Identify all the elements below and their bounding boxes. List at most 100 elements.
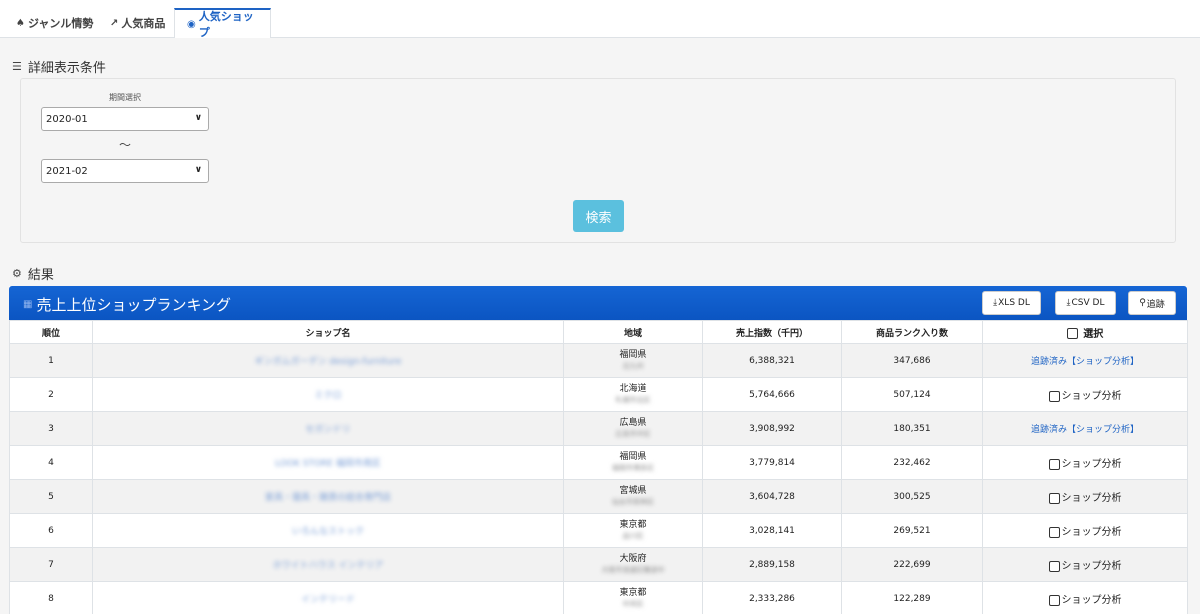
city: 大阪市浪速区難波中 <box>601 566 665 574</box>
col-rank: 順位 <box>9 320 93 344</box>
shop-name-link[interactable]: 家具・寝具・雑貨の総合専門店 <box>265 490 391 503</box>
ranked-items-cell: 180,351 <box>841 411 983 446</box>
tab-popular-products[interactable]: ↗ 人気商品 <box>98 8 177 38</box>
ranked-items-cell: 300,525 <box>841 479 983 514</box>
shop-analysis-label: ショップ分析 <box>1061 561 1122 572</box>
start-period-select[interactable]: 2020-01 ∨ <box>41 107 209 131</box>
table-icon: ▦ <box>23 299 33 310</box>
prefecture: 福岡県 <box>619 452 647 462</box>
tab-content: ☰ 詳細表示条件 期間選択 2020-01 ∨ ～ 2021-02 ∨ 検索 ⚙ 結… <box>0 38 1200 614</box>
shop-name-cell: LOOK STORE 福岡市南区 <box>92 445 564 480</box>
region-cell: 宮城県 仙台市若林区 <box>563 479 703 514</box>
city: 品川区 <box>622 532 644 540</box>
table-row: 8 インテリード 東京都 中央区 2,333,286 122,289 ショップ分析 <box>9 581 1188 614</box>
select-cell: 追跡済み【ショップ分析】 <box>982 343 1188 378</box>
table-row: 7 ホワイトハウス インテリア 大阪府 大阪市浪速区難波中 2,889,158 222,6… <box>9 547 1188 582</box>
sales-index-cell: 2,889,158 <box>702 547 842 582</box>
rank-cell: 5 <box>9 479 93 514</box>
prefecture: 宮城県 <box>619 486 647 496</box>
select-cell: ショップ分析 <box>982 513 1188 548</box>
ranked-items-cell: 122,289 <box>841 581 983 614</box>
prefecture: 東京都 <box>619 588 647 598</box>
ranking-title-text: 売上上位ショップランキング <box>36 296 232 314</box>
col-region: 地域 <box>563 320 703 344</box>
chart-line-icon: ↗ <box>110 17 119 29</box>
conditions-heading: ☰ 詳細表示条件 <box>12 57 106 76</box>
csv-download-button[interactable]: ⤓ CSV DL <box>1055 291 1116 315</box>
city: 中央区 <box>622 600 644 608</box>
shop-name-link[interactable]: ミクロ <box>314 388 341 401</box>
rank-cell: 7 <box>9 547 93 582</box>
shop-analysis-checkbox[interactable]: ショップ分析 <box>1048 594 1122 606</box>
shop-analysis-checkbox[interactable]: ショップ分析 <box>1048 458 1122 470</box>
chevron-down-icon: ∨ <box>194 113 202 123</box>
region-cell: 福岡県 福岡市博多区 <box>563 445 703 480</box>
ranking-title: ▦ 売上上位ショップランキング <box>23 294 231 315</box>
select-cell: ショップ分析 <box>982 547 1188 582</box>
shop-name-link[interactable]: LOOK STORE 福岡市南区 <box>275 456 381 469</box>
ranked-items-cell: 269,521 <box>841 513 983 548</box>
tab-popular-shops[interactable]: ◉ 人気ショップ <box>174 8 271 39</box>
eye-icon: ◉ <box>187 18 196 30</box>
city: 北九州 <box>622 362 644 370</box>
users-icon: ♠ <box>16 17 25 29</box>
rank-cell: 1 <box>9 343 93 378</box>
track-button[interactable]: ⚲ 追跡 <box>1128 291 1176 315</box>
xls-label: XLS DL <box>998 298 1030 308</box>
region-cell: 広島県 広島市中区 <box>563 411 703 446</box>
shop-name-link[interactable]: いろんなストック <box>292 524 364 537</box>
shop-analysis-label: ショップ分析 <box>1061 493 1122 504</box>
shop-name-cell: いろんなストック <box>92 513 564 548</box>
table-row: 5 家具・寝具・雑貨の総合専門店 宮城県 仙台市若林区 3,604,728 300,525… <box>9 479 1188 514</box>
shop-analysis-label: ショップ分析 <box>1061 391 1122 402</box>
shop-analysis-checkbox[interactable]: ショップ分析 <box>1048 492 1122 504</box>
download-icon: ⤓ <box>993 298 998 308</box>
tab-genre[interactable]: ♠ ジャンル情勢 <box>4 8 105 38</box>
prefecture: 大阪府 <box>619 554 647 564</box>
table-row: 2 ミクロ 北海道 札幌市北区 5,764,666 507,124 ショップ分析 <box>9 377 1188 412</box>
shop-name-link[interactable]: ホワイトハウス インテリア <box>273 558 384 571</box>
shop-name-link[interactable]: セガンドリ <box>305 422 350 435</box>
tracked-shop-analysis-link[interactable]: 追跡済み【ショップ分析】 <box>1031 357 1139 367</box>
col-sales-index: 売上指数（千円） <box>702 320 842 344</box>
tracked-shop-analysis-link[interactable]: 追跡済み【ショップ分析】 <box>1031 425 1139 435</box>
shop-analysis-checkbox[interactable]: ショップ分析 <box>1048 526 1122 538</box>
xls-download-button[interactable]: ⤓ XLS DL <box>982 291 1041 315</box>
ranked-items-cell: 232,462 <box>841 445 983 480</box>
select-cell: ショップ分析 <box>982 581 1188 614</box>
search-button[interactable]: 検索 <box>573 200 624 232</box>
table-header-row: 順位 ショップ名 地域 売上指数（千円） 商品ランク入り数 選択 <box>9 320 1188 344</box>
shop-name-link[interactable]: インテリード <box>301 592 355 605</box>
sales-index-cell: 3,908,992 <box>702 411 842 446</box>
end-period-select[interactable]: 2021-02 ∨ <box>41 159 209 183</box>
sales-index-cell: 6,388,321 <box>702 343 842 378</box>
sales-index-cell: 5,764,666 <box>702 377 842 412</box>
shop-analysis-label: ショップ分析 <box>1061 527 1122 538</box>
select-label: 選択 <box>1083 328 1104 340</box>
rank-cell: 3 <box>9 411 93 446</box>
track-label: 追跡 <box>1146 299 1165 310</box>
region-cell: 福岡県 北九州 <box>563 343 703 378</box>
ranked-items-cell: 347,686 <box>841 343 983 378</box>
select-cell: ショップ分析 <box>982 445 1188 480</box>
select-cell: 追跡済み【ショップ分析】 <box>982 411 1188 446</box>
tab-label: 人気商品 <box>121 17 166 30</box>
table-row: 6 いろんなストック 東京都 品川区 3,028,141 269,521 ショップ分析 <box>9 513 1188 548</box>
shop-name-cell: ギンガムガーデン design-furniture <box>92 343 564 378</box>
chevron-down-icon: ∨ <box>194 165 202 175</box>
table-row: 4 LOOK STORE 福岡市南区 福岡県 福岡市博多区 3,779,814 232,4… <box>9 445 1188 480</box>
ranking-panel: ▦ 売上上位ショップランキング ⤓ XLS DL ⤓ CSV DL ⚲ 追跡 順位 ショ… <box>9 286 1188 614</box>
select-all-checkbox[interactable]: 選択 <box>1066 328 1104 340</box>
prefecture: 福岡県 <box>619 350 647 360</box>
city: 札幌市北区 <box>615 396 651 404</box>
shop-name-cell: インテリード <box>92 581 564 614</box>
sales-index-cell: 2,333,286 <box>702 581 842 614</box>
sales-index-cell: 3,779,814 <box>702 445 842 480</box>
end-period-value: 2021-02 <box>46 165 88 177</box>
select-cell: ショップ分析 <box>982 377 1188 412</box>
shop-analysis-checkbox[interactable]: ショップ分析 <box>1048 560 1122 572</box>
table-row: 3 セガンドリ 広島県 広島市中区 3,908,992 180,351 追跡済み【ショップ分… <box>9 411 1188 446</box>
shop-analysis-checkbox[interactable]: ショップ分析 <box>1048 390 1122 402</box>
sales-index-cell: 3,604,728 <box>702 479 842 514</box>
shop-name-link[interactable]: ギンガムガーデン design-furniture <box>255 354 402 367</box>
